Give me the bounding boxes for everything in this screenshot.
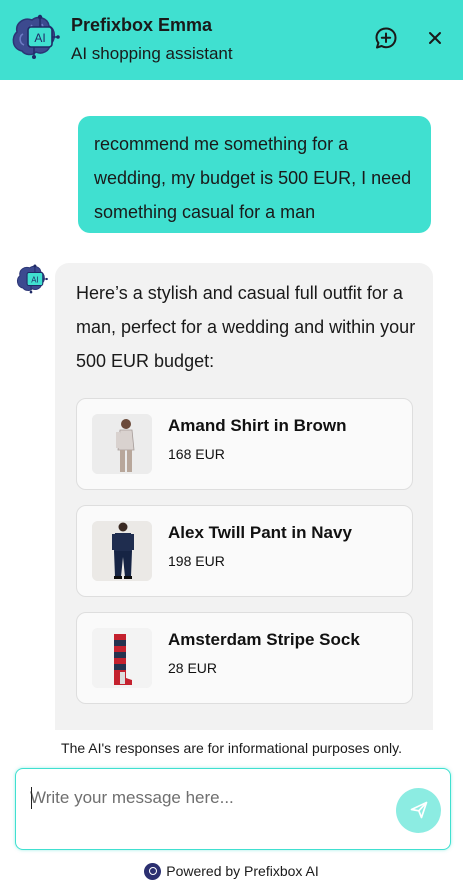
ai-brain-icon: AI xyxy=(8,11,60,63)
product-card[interactable]: Amand Shirt in Brown 168 EUR xyxy=(76,398,413,490)
product-name: Amand Shirt in Brown xyxy=(168,416,347,435)
pant-model-image xyxy=(92,521,152,581)
svg-text:AI: AI xyxy=(31,275,38,284)
new-chat-button[interactable] xyxy=(372,24,400,52)
product-name: Alex Twill Pant in Navy xyxy=(168,523,352,542)
chat-footer: The AI's responses are for informational… xyxy=(0,730,463,891)
new-chat-icon xyxy=(375,27,397,49)
send-icon xyxy=(410,801,428,819)
product-name: Amsterdam Stripe Sock xyxy=(168,630,360,649)
send-button[interactable] xyxy=(396,788,441,833)
assistant-name: Prefixbox Emma xyxy=(71,15,213,35)
assistant-subtitle: AI shopping assistant xyxy=(71,44,233,63)
chat-header: AI Prefixbox Emma AI shopping assistant xyxy=(0,0,463,80)
chat-messages[interactable]: recommend me something for a wedding, my… xyxy=(0,80,463,730)
svg-text:AI: AI xyxy=(34,31,45,45)
user-message-bubble: recommend me something for a wedding, my… xyxy=(78,116,431,233)
product-price: 168 EUR xyxy=(168,446,225,462)
product-price: 198 EUR xyxy=(168,553,225,569)
assistant-message-text: Here’s a stylish and casual full outfit … xyxy=(76,283,416,371)
text-caret xyxy=(31,787,32,809)
powered-by[interactable]: Powered by Prefixbox AI xyxy=(0,861,463,881)
user-message-text: recommend me something for a wedding, my… xyxy=(94,134,412,222)
message-input[interactable] xyxy=(30,785,370,811)
product-card[interactable]: Amsterdam Stripe Sock 28 EUR xyxy=(76,612,413,704)
disclaimer-text: The AI's responses are for informational… xyxy=(61,740,402,756)
shirt-model-image xyxy=(92,414,152,474)
sock-product-image xyxy=(92,628,152,688)
product-price: 28 EUR xyxy=(168,660,218,676)
ai-brain-icon: AI xyxy=(14,262,48,296)
prefixbox-logo-icon xyxy=(144,862,162,880)
assistant-message-bubble: Here’s a stylish and casual full outfit … xyxy=(55,263,433,730)
message-composer[interactable] xyxy=(15,768,451,850)
powered-by-text: Powered by Prefixbox AI xyxy=(166,863,319,879)
product-card[interactable]: Alex Twill Pant in Navy 198 EUR xyxy=(76,505,413,597)
close-icon xyxy=(429,32,441,44)
close-button[interactable] xyxy=(421,24,449,52)
